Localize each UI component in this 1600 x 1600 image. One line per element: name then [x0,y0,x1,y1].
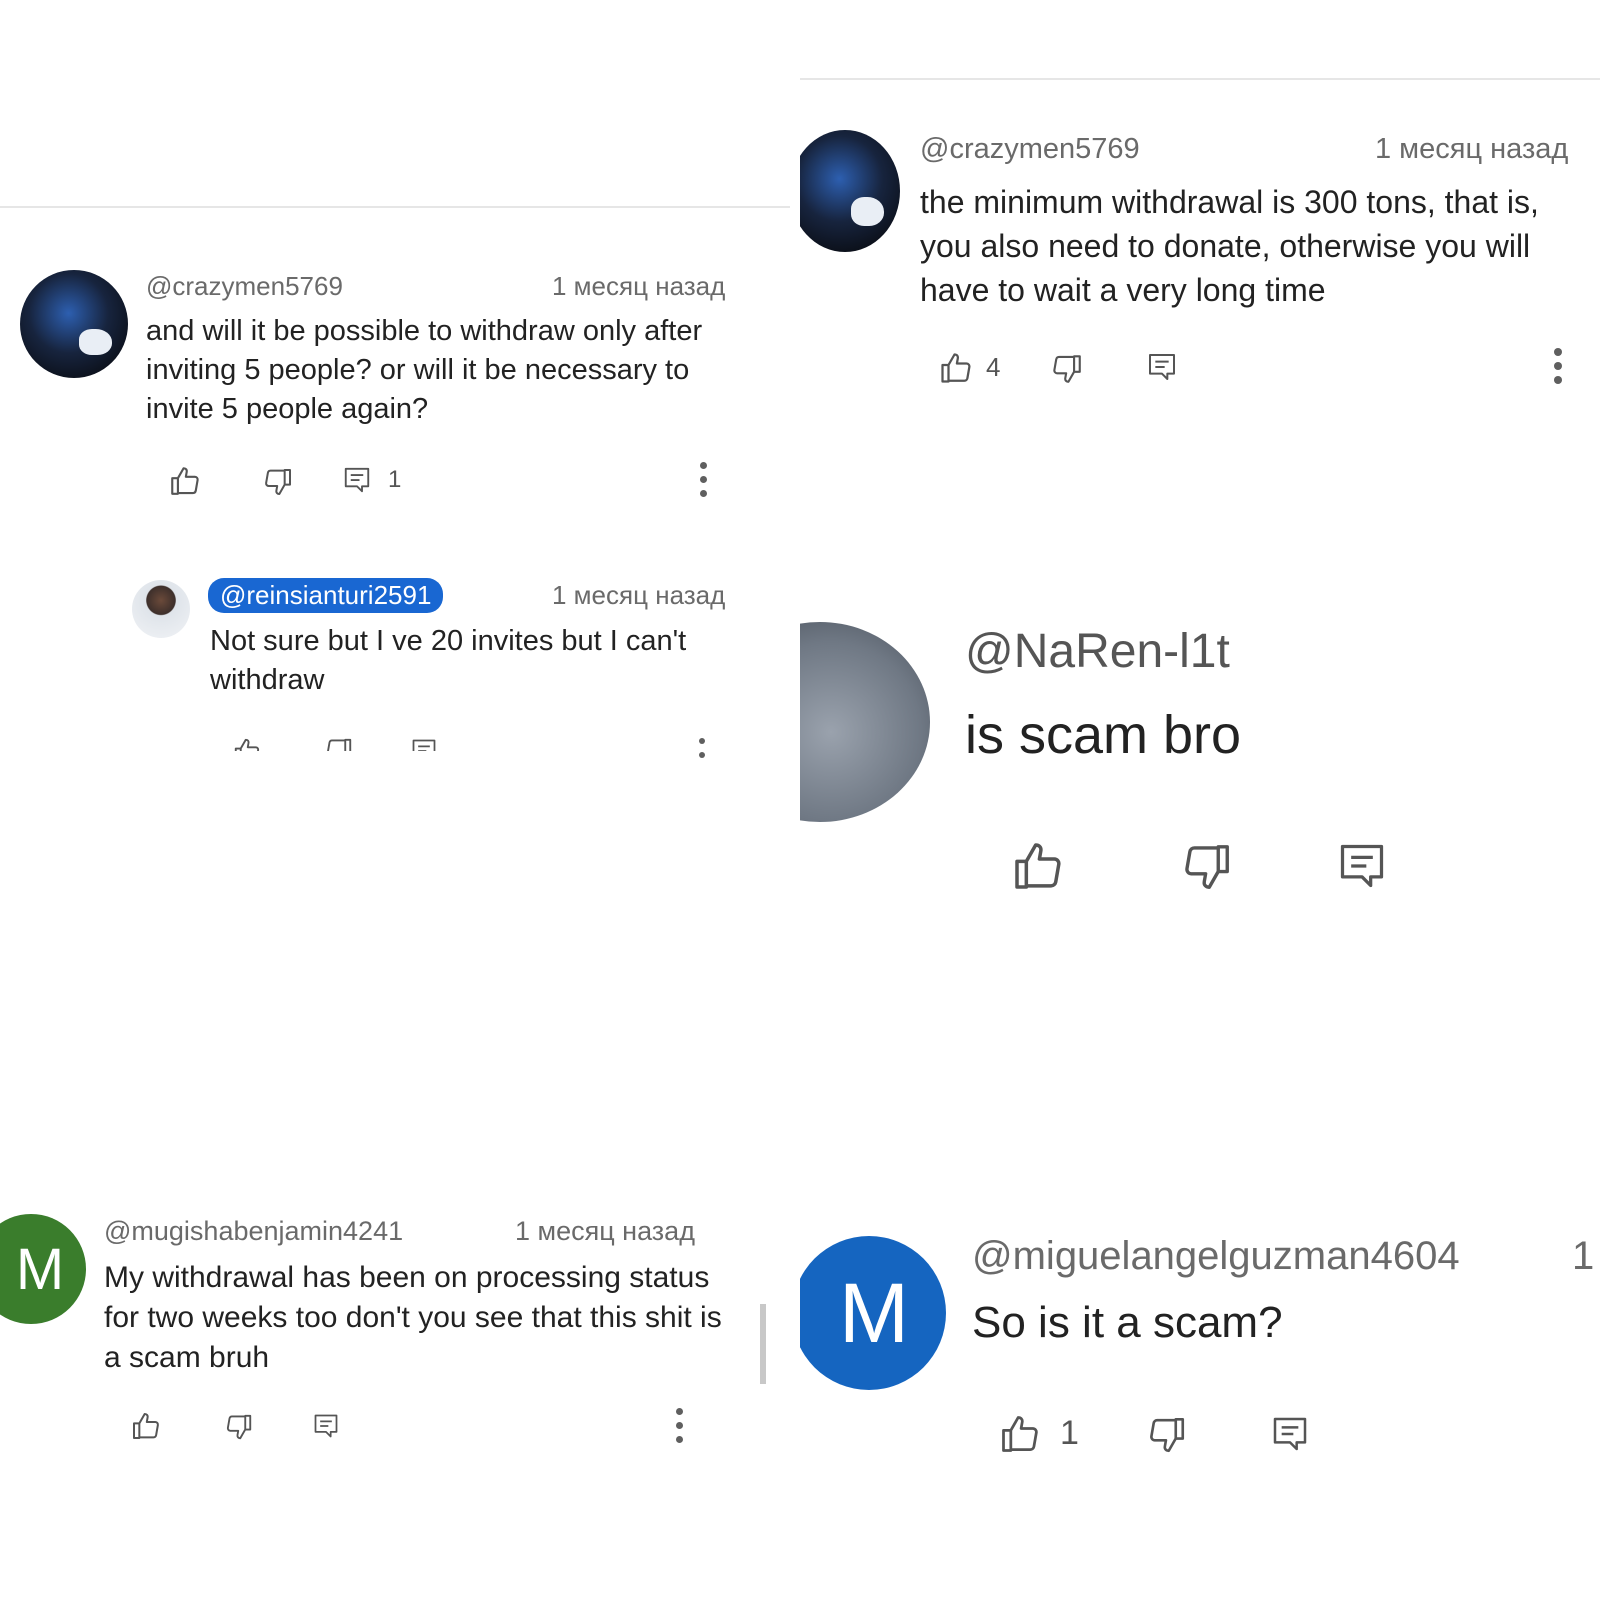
reply-icon[interactable] [312,1410,340,1442]
comment-text: Not sure but I ve 20 invites but I can't… [210,625,687,696]
comment-panel-1: @crazymen5769 1 месяц назад and will it … [0,0,790,800]
avatar-letter: M [839,1265,909,1360]
comment-panel-3: @NaRen-l1t is scam bro [800,600,1600,920]
scrollbar[interactable] [760,1304,766,1384]
comment-panel-4: M @mugishabenjamin4241 1 месяц назад My … [0,1180,790,1510]
thumbs-down-icon[interactable] [1050,352,1084,386]
thumbs-down-icon[interactable] [1180,840,1234,894]
comment-text: the minimum withdrawal is 300 tons, that… [920,184,1539,308]
comment-author[interactable]: @crazymen5769 [146,271,343,302]
comment-text: So is it a scam? [972,1298,1283,1347]
thumbs-down-icon[interactable] [1146,1414,1188,1456]
comment-timestamp[interactable]: 1 месяц назад [552,580,725,611]
comment-text: and will it be possible to withdraw only… [146,315,703,425]
comment-timestamp[interactable]: 1 [1572,1234,1594,1279]
thumbs-up-icon[interactable] [168,464,202,498]
reply-icon[interactable] [342,464,372,496]
thumbs-up-icon[interactable] [938,350,974,386]
like-count: 1 [1060,1414,1079,1452]
thumbs-down-icon[interactable] [262,466,294,498]
avatar[interactable]: M [0,1214,86,1324]
comment-text: My withdrawal has been on processing sta… [104,1261,722,1374]
avatar[interactable]: M [800,1236,946,1390]
comment-author[interactable]: @NaRen-l1t [965,624,1230,679]
comment-author[interactable]: @mugishabenjamin4241 [104,1216,403,1247]
thumbs-up-icon[interactable] [998,1412,1042,1456]
comment-text: is scam bro [965,705,1242,765]
avatar[interactable] [132,580,190,638]
comment-author[interactable]: @crazymen5769 [920,133,1140,166]
divider [800,78,1600,80]
avatar[interactable] [20,270,128,378]
highlighted-author-chip[interactable]: @reinsianturi2591 [208,578,444,613]
comment-timestamp[interactable]: 1 месяц назад [515,1216,695,1247]
divider [0,206,790,208]
thumbs-up-icon[interactable] [130,1410,162,1442]
thumbs-down-icon[interactable] [224,1412,254,1442]
comment-author[interactable]: @miguelangelguzman4604 [972,1234,1460,1279]
reply-icon[interactable] [1146,350,1178,384]
more-vert-icon[interactable] [1550,348,1566,390]
avatar[interactable] [800,622,930,822]
comment-timestamp[interactable]: 1 месяц назад [552,271,725,302]
more-vert-icon[interactable] [696,462,710,502]
reply-count: 1 [388,466,402,493]
thumbs-up-icon[interactable] [232,736,262,766]
thumbs-down-icon[interactable] [324,736,354,766]
avatar[interactable] [800,130,900,252]
more-vert-icon[interactable] [672,1408,686,1448]
avatar-letter: M [15,1236,65,1302]
like-count: 4 [986,352,1001,382]
comment-timestamp[interactable]: 1 месяц назад [1375,133,1568,166]
more-vert-icon[interactable] [696,738,708,758]
comment-panel-2: @crazymen5769 1 месяц назад the minimum … [800,0,1600,540]
reply-icon[interactable] [1336,838,1388,894]
reply-icon[interactable] [1270,1412,1310,1456]
thumbs-up-icon[interactable] [1010,838,1066,894]
reply-icon[interactable] [410,736,438,766]
comment-panel-5: M @miguelangelguzman4604 1 So is it a sc… [800,1180,1600,1510]
